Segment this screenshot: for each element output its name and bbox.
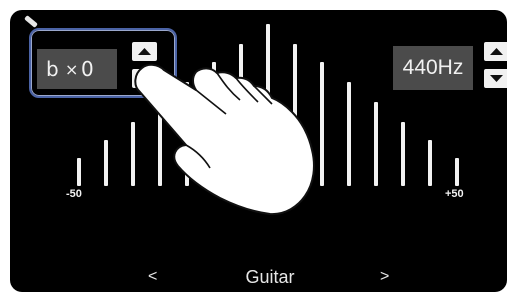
meter-bar xyxy=(374,102,378,186)
prev-instrument-button[interactable]: < xyxy=(148,268,157,286)
frequency-up-button[interactable] xyxy=(484,42,507,61)
meter-max-label: +50 xyxy=(445,188,464,200)
back-icon[interactable] xyxy=(24,15,38,28)
meter-bar xyxy=(428,140,432,186)
up-arrow-icon xyxy=(490,48,503,55)
frequency-down-button[interactable] xyxy=(484,69,507,88)
meter-bar xyxy=(185,82,189,186)
meter-bar xyxy=(293,44,297,186)
meter-bar xyxy=(158,102,162,186)
meter-bar xyxy=(239,44,243,186)
frequency-display: 440Hz xyxy=(393,46,473,90)
meter-bar xyxy=(77,158,81,186)
next-instrument-button[interactable]: > xyxy=(380,268,389,286)
instrument-name: Guitar xyxy=(245,267,295,287)
meter-bar xyxy=(347,82,351,186)
meter-min-label: -50 xyxy=(66,188,82,200)
selection-highlight xyxy=(29,28,177,98)
meter-bar xyxy=(212,62,216,186)
meter-bar xyxy=(401,122,405,186)
meter-bar xyxy=(266,24,270,186)
tuner-screen: b × 0 440Hz -50 +50 < Guitar > xyxy=(10,10,507,292)
meter-bar xyxy=(104,140,108,186)
meter-bar xyxy=(320,62,324,186)
down-arrow-icon xyxy=(490,75,503,82)
meter-bar xyxy=(455,158,459,186)
meter-bar xyxy=(131,122,135,186)
